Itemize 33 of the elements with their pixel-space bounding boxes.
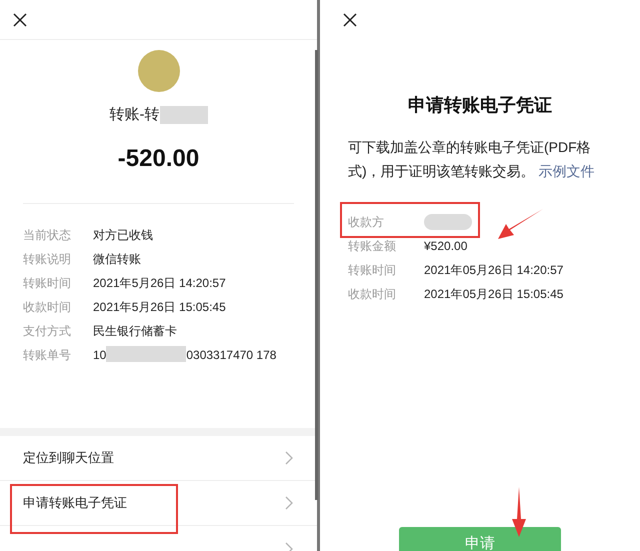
chevron-right-icon [285, 496, 293, 510]
detail-label: 转账时间 [23, 274, 72, 292]
arrow-drawing [498, 208, 544, 240]
detail-label: 收款时间 [348, 286, 397, 303]
amount: -520.00 [118, 144, 200, 174]
detail-value: 0303317470 178 [186, 346, 278, 364]
detail-value: 2021年05月26日 14:20:57 [424, 262, 564, 279]
detail-label: 当前状态 [23, 226, 72, 244]
sample-file-link[interactable]: 示例文件 [538, 163, 595, 179]
detail-value: ¥520.00 [424, 238, 468, 255]
detail-label: 收款方 [348, 214, 385, 231]
detail-label: 支付方式 [23, 322, 72, 340]
chevron-right-icon [285, 451, 293, 465]
detail-value: 微信转账 [93, 250, 141, 268]
detail-value: 10 [93, 346, 106, 364]
blurred-text [160, 106, 208, 124]
detail-label: 转账说明 [23, 250, 72, 268]
detail-value: 2021年5月26日 15:05:45 [93, 298, 226, 316]
transfer-title: 转账-转 [110, 105, 160, 125]
detail-label: 收款时间 [23, 298, 72, 316]
avatar [138, 50, 180, 92]
detail-label: 转账单号 [23, 346, 72, 364]
detail-label: 转账金额 [348, 238, 397, 255]
detail-value: 2021年5月26日 14:20:57 [93, 274, 226, 292]
blurred-text [424, 214, 472, 230]
description: 可下载加盖公章的转账电子凭证(PDF格式)，用于证明该笔转账交易。 示例文件 [347, 138, 596, 181]
detail-label: 转账时间 [348, 262, 397, 279]
page-title: 申请转账电子凭证 [407, 94, 553, 117]
detail-value: 对方已收钱 [93, 226, 153, 244]
close-icon[interactable] [12, 12, 28, 28]
detail-value: 2021年05月26日 15:05:45 [424, 286, 564, 303]
detail-value: 民生银行储蓄卡 [93, 322, 177, 340]
close-icon[interactable] [342, 12, 358, 28]
